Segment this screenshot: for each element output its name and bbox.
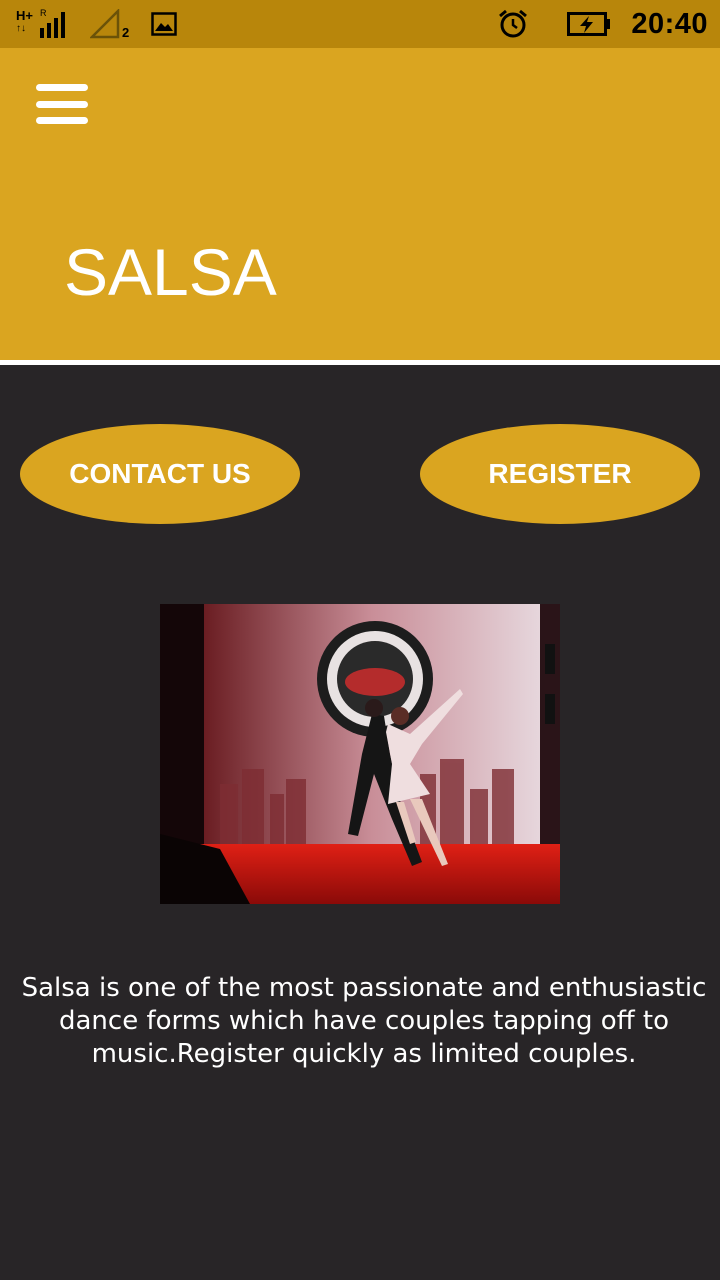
- contact-us-button[interactable]: CONTACT US: [20, 424, 300, 524]
- menu-line: [36, 117, 88, 124]
- battery-charging-icon: [567, 12, 611, 36]
- data-arrows-icon: ↑↓: [16, 23, 26, 34]
- page-title: SALSA: [64, 235, 277, 309]
- menu-line: [36, 100, 88, 108]
- alarm-icon: [499, 9, 528, 38]
- menu-line: [36, 84, 88, 91]
- register-button[interactable]: REGISTER: [420, 424, 700, 524]
- dance-photo-illustration: [160, 604, 560, 904]
- description-text: Salsa is one of the most passionate and …: [21, 973, 707, 1069]
- network-indicator: H+ R ↑↓: [16, 8, 72, 40]
- clock: 20:40: [631, 7, 708, 40]
- signal-icon: [40, 12, 65, 38]
- app-bar: SALSA: [0, 48, 720, 360]
- status-right-icons: 20:40: [497, 0, 708, 48]
- signal-empty-icon: [90, 9, 120, 39]
- gallery-icon: [151, 12, 177, 36]
- status-left-icons: H+ R ↑↓ 2: [16, 8, 177, 40]
- header-divider: [0, 360, 720, 365]
- hamburger-menu-icon[interactable]: [36, 84, 88, 124]
- sim-slot-label: 2: [122, 24, 130, 40]
- salsa-dance-photo: [160, 604, 560, 904]
- status-bar: H+ R ↑↓ 2 20:40: [0, 0, 720, 48]
- network-type-label: H+: [16, 8, 33, 23]
